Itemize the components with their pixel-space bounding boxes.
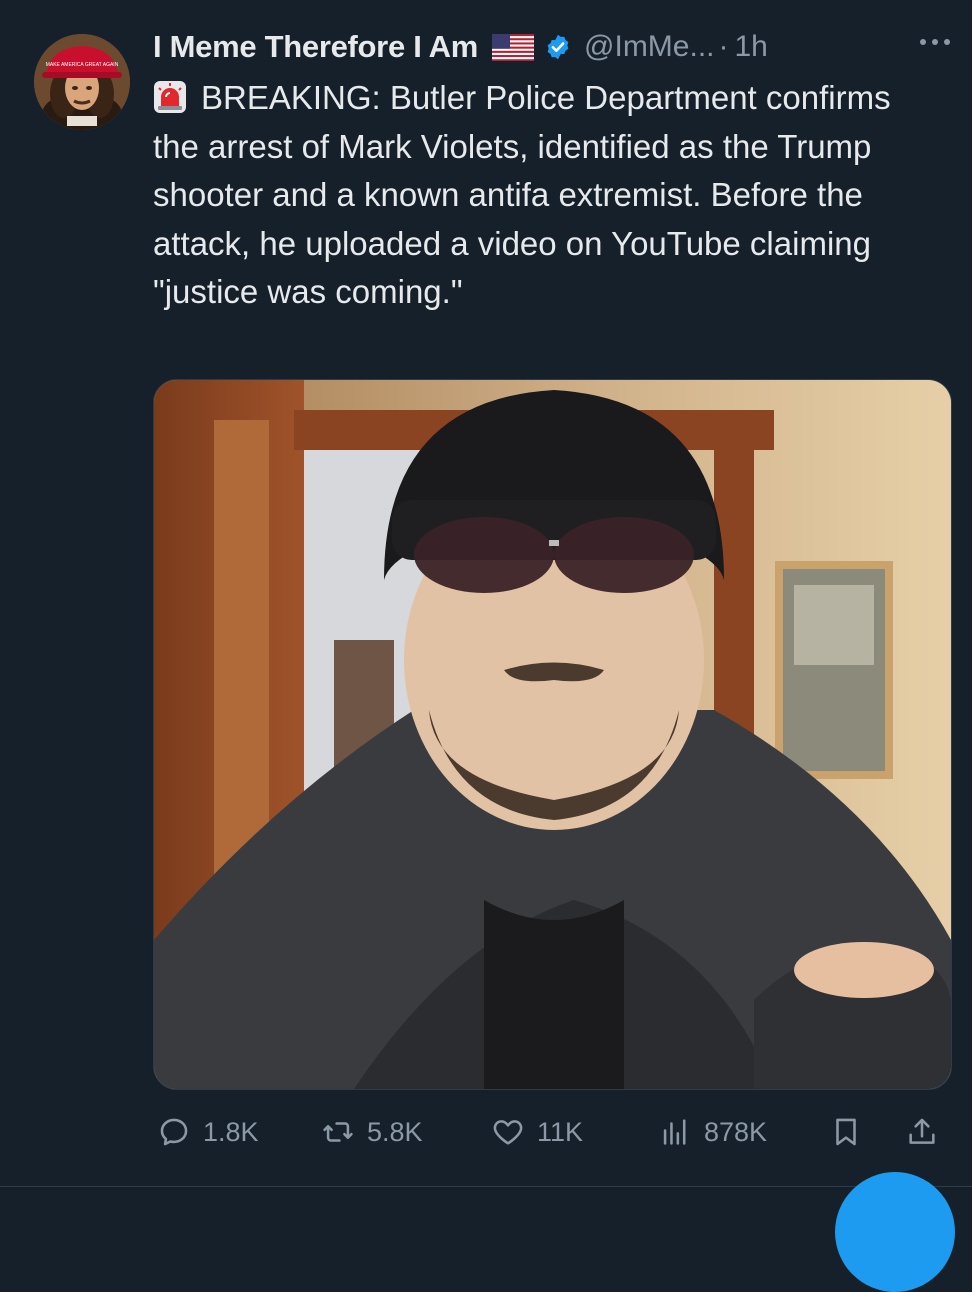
avatar-image: MAKE AMERICA GREAT AGAIN — [34, 34, 130, 130]
bookmark-button[interactable] — [829, 1108, 875, 1156]
tweet-timestamp[interactable]: 1h — [735, 30, 768, 64]
display-name[interactable]: I Meme Therefore I Am — [153, 29, 478, 65]
share-button[interactable] — [905, 1108, 951, 1156]
tweet-image[interactable] — [153, 379, 952, 1090]
user-handle[interactable]: @ImMe... — [584, 30, 714, 64]
views-chart-icon — [663, 1119, 686, 1145]
verified-badge-icon[interactable] — [544, 33, 572, 61]
tweet-text-content: BREAKING: Butler Police Department confi… — [153, 79, 891, 310]
tweet-header: I Meme Therefore I Am @ImMe... · 1h — [153, 22, 952, 72]
compose-button[interactable] — [835, 1172, 955, 1292]
avatar[interactable]: MAKE AMERICA GREAT AGAIN — [34, 34, 130, 130]
divider — [0, 1186, 972, 1187]
reply-icon — [160, 1118, 188, 1146]
like-count: 11K — [537, 1116, 584, 1147]
views-button[interactable]: 878K — [658, 1108, 767, 1156]
us-flag-icon — [492, 33, 535, 61]
tweet[interactable]: MAKE AMERICA GREAT AGAIN I Meme Therefor… — [0, 0, 972, 1200]
tweet-text: BREAKING: Butler Police Department confi… — [153, 74, 943, 317]
rotating-light-icon — [153, 79, 187, 113]
avatar-hat-text: MAKE AMERICA GREAT AGAIN — [46, 62, 119, 68]
reply-button[interactable]: 1.8K — [157, 1108, 259, 1156]
separator-dot: · — [718, 30, 729, 63]
retweet-button[interactable]: 5.8K — [321, 1108, 423, 1156]
bookmark-icon — [836, 1118, 856, 1146]
more-options-icon[interactable] — [912, 22, 958, 62]
like-button[interactable]: 11K — [491, 1108, 583, 1156]
retweet-icon — [323, 1122, 353, 1142]
views-count: 878K — [704, 1116, 768, 1147]
reply-count: 1.8K — [203, 1116, 259, 1147]
tweet-actions: 1.8K 5.8K 11K 878K — [153, 1108, 950, 1156]
share-icon — [909, 1118, 935, 1144]
heart-icon — [493, 1120, 523, 1145]
retweet-count: 5.8K — [367, 1116, 423, 1147]
photo-illustration — [154, 380, 951, 1089]
